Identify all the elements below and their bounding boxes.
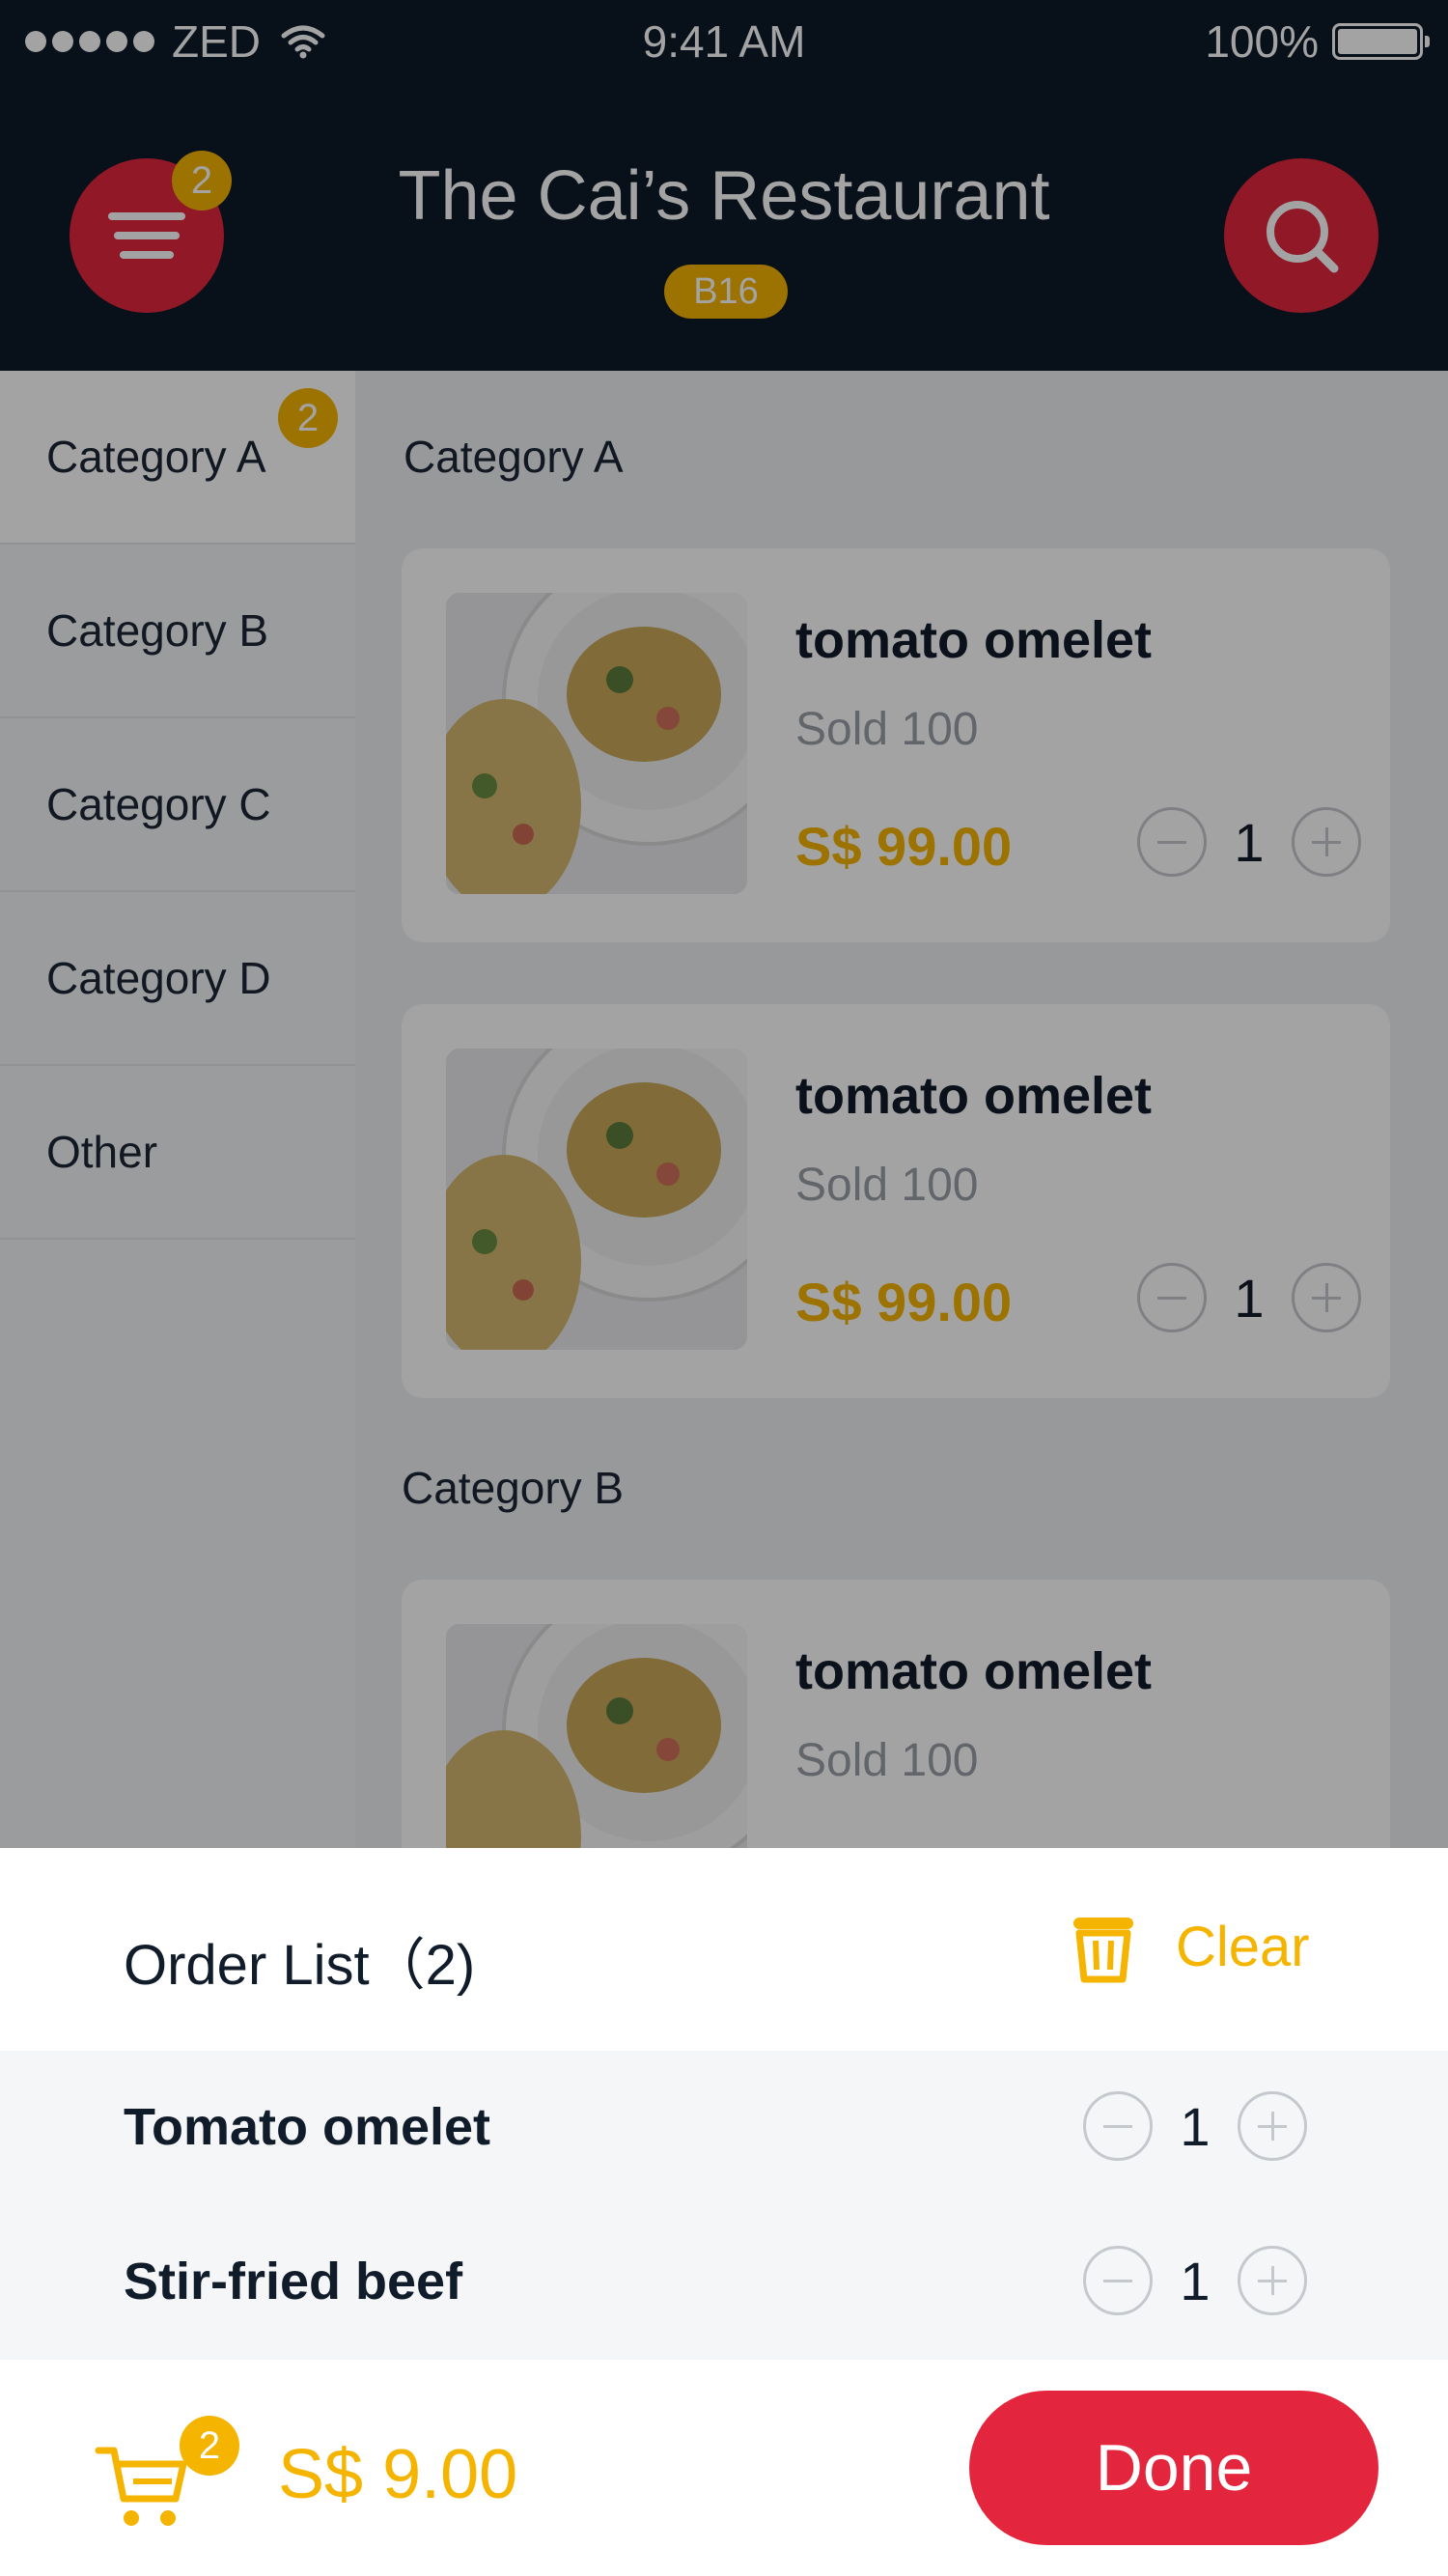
- clear-label: Clear: [1176, 1915, 1310, 1978]
- order-total: S$ 9.00: [278, 2436, 518, 2513]
- quantity-value: 1: [1180, 2095, 1211, 2157]
- minus-button[interactable]: [1083, 2246, 1153, 2315]
- minus-icon: [1103, 2280, 1132, 2282]
- order-list-title: Order List（2): [124, 1934, 476, 1997]
- order-item: Stir-fried beef 1: [0, 2205, 1448, 2360]
- clear-button[interactable]: Clear: [1070, 1910, 1310, 1983]
- cart-badge: 2: [180, 2416, 239, 2476]
- done-button[interactable]: Done: [969, 2391, 1378, 2545]
- quantity-stepper: 1: [1083, 2246, 1307, 2315]
- plus-button[interactable]: [1238, 2246, 1307, 2315]
- order-item-name: Stir-fried beef: [124, 2253, 463, 2310]
- modal-overlay[interactable]: [0, 0, 1448, 1848]
- checkout-bar: 2 S$ 9.00 Done: [0, 2360, 1448, 2576]
- order-item: Tomato omelet 1: [0, 2051, 1448, 2205]
- quantity-value: 1: [1180, 2250, 1211, 2311]
- order-item-name: Tomato omelet: [124, 2098, 491, 2156]
- order-list: Tomato omelet 1 Stir-fried beef 1: [0, 2051, 1448, 2360]
- cart-button[interactable]: 2: [95, 2416, 239, 2530]
- minus-icon: [1103, 2125, 1132, 2128]
- cart-icon: [95, 2447, 187, 2526]
- quantity-stepper: 1: [1083, 2091, 1307, 2161]
- trash-icon: [1073, 1918, 1133, 1983]
- minus-button[interactable]: [1083, 2091, 1153, 2161]
- order-sheet-header: Order List（2) Clear: [0, 1848, 1448, 2051]
- plus-button[interactable]: [1238, 2091, 1307, 2161]
